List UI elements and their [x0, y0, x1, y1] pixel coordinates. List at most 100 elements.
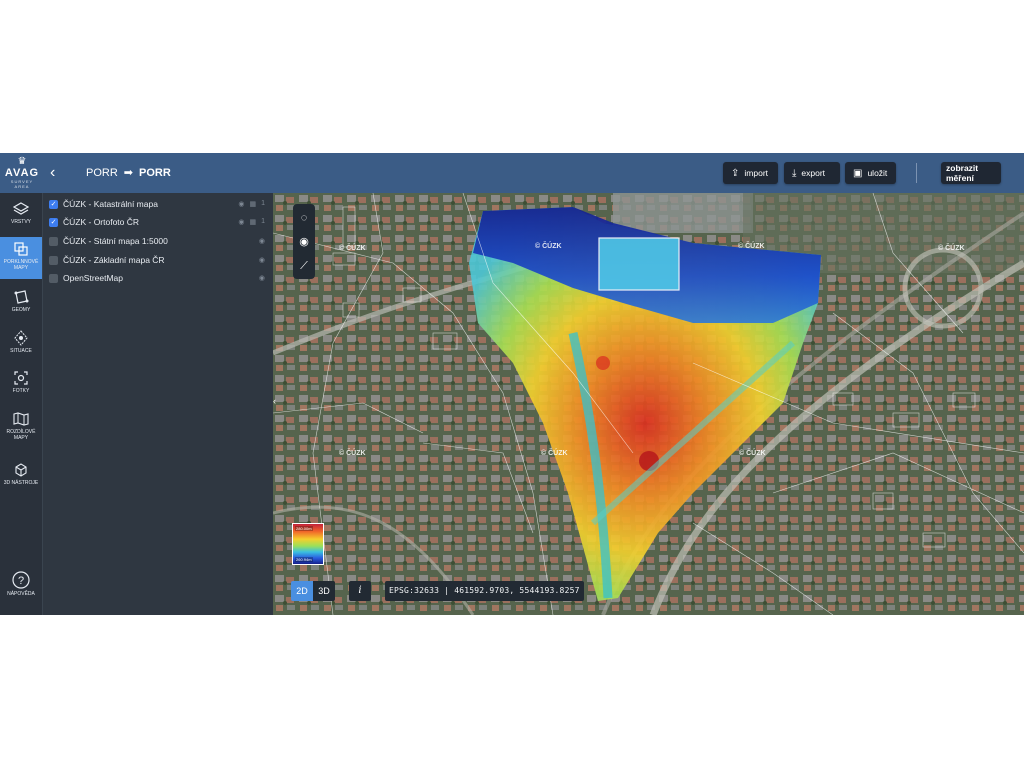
layers-icon: [13, 202, 29, 215]
floppy-icon: ▣: [853, 167, 863, 179]
map-watermark: © ČÚZK: [938, 245, 965, 252]
eye-icon[interactable]: ◉: [238, 200, 244, 208]
show-measurements-label: zobrazit měření: [946, 163, 979, 183]
layer-item-state-map[interactable]: ČÚZK - Státní mapa 1:5000 ◉: [49, 234, 271, 248]
layer-label: ČÚZK - Základní mapa ČR: [63, 255, 165, 265]
line-icon[interactable]: ⟋: [293, 254, 315, 278]
save-button-label: uložit: [867, 168, 888, 178]
info-button[interactable]: i: [349, 581, 371, 601]
layer-item-orthophoto[interactable]: ✓ ČÚZK - Ortofoto ČR ◉ ▦ 1: [49, 215, 271, 229]
rail-label: NÁPOVĚDA: [7, 591, 35, 597]
legend-max: 280.00m: [295, 526, 313, 531]
layer-count: 1: [261, 218, 265, 225]
layers-panel: ✓ ČÚZK - Katastrální mapa ◉ ▦ 1 ✓ ČÚZK -…: [42, 193, 274, 615]
opacity-icon[interactable]: ▦: [249, 218, 256, 226]
rail-item-maps[interactable]: PORKLNNOVÉ MAPY: [0, 237, 42, 279]
layer-count: 1: [261, 200, 265, 207]
draw-toolbar: ◌ ◉ ⟋: [293, 204, 315, 279]
layer-controls: ◉: [259, 274, 265, 282]
show-measurements-button[interactable]: zobrazit měření: [941, 162, 1001, 184]
layer-controls: ◉: [259, 256, 265, 264]
layer-checkbox[interactable]: [49, 236, 58, 246]
rail-item-situation[interactable]: SITUACE: [0, 326, 42, 366]
rail-item-3d-tools[interactable]: 3D NÁSTROJE: [0, 458, 42, 498]
logo-mark-icon: ♛: [17, 156, 27, 167]
rail-item-diff-maps[interactable]: ROZDÍLOVÉ MAPY: [0, 407, 42, 447]
arrow-right-icon: ➡: [123, 167, 133, 179]
import-button[interactable]: ⇪ import: [723, 162, 778, 184]
svg-text:?: ?: [18, 575, 24, 587]
rail-label: GEOMY: [11, 307, 31, 313]
map-view[interactable]: © ČÚZK © ČÚZK © ČÚZK © ČÚZK © ČÚZK © ČÚZ…: [273, 193, 1024, 615]
layer-label: ČÚZK - Ortofoto ČR: [63, 217, 140, 227]
layer-label: OpenStreetMap: [63, 273, 124, 283]
eye-icon[interactable]: ◉: [259, 237, 265, 245]
rail-label: FOTKY: [12, 388, 30, 394]
breadcrumb-current: PORR: [139, 166, 171, 179]
map-watermark: © ČÚZK: [541, 450, 568, 457]
breadcrumb: PORR ➡ PORR: [86, 166, 171, 180]
top-bar: ♛ AVAG SURVEY AREA ‹ PORR ➡ PORR ⇪ impor…: [0, 153, 1024, 193]
map-watermark: © ČÚZK: [738, 243, 765, 250]
layer-item-osm[interactable]: OpenStreetMap ◉: [49, 271, 271, 285]
view-3d-button[interactable]: 3D: [313, 581, 335, 601]
opacity-icon[interactable]: ▦: [249, 200, 256, 208]
map-canvas[interactable]: [273, 193, 1024, 615]
layer-item-base-map[interactable]: ČÚZK - Základní mapa ČR ◉: [49, 253, 271, 267]
layer-controls: ◉ ▦ 1: [238, 218, 265, 226]
rail-label: ROZDÍLOVÉ MAPY: [6, 429, 36, 441]
logo-word: AVAG: [4, 167, 40, 179]
maps-icon: [14, 242, 28, 256]
layer-checkbox[interactable]: [49, 273, 58, 283]
layer-checkbox[interactable]: [49, 255, 58, 265]
rail-item-geometry[interactable]: GEOMY: [0, 285, 42, 325]
view-mode-toggle: 2D 3D: [291, 581, 335, 601]
legend-min: 260.94m: [295, 557, 313, 562]
rail-label: 3D NÁSTROJE: [3, 480, 39, 486]
breadcrumb-project[interactable]: PORR: [86, 167, 118, 179]
rail-label: PORKLNNOVÉ MAPY: [3, 259, 39, 271]
panel-collapse-icon[interactable]: ‹: [273, 396, 276, 406]
back-icon[interactable]: ‹: [50, 165, 64, 181]
layer-label: ČÚZK - Katastrální mapa: [63, 199, 158, 209]
eye-icon[interactable]: ◉: [238, 218, 244, 226]
help-icon: ?: [12, 571, 30, 589]
rail-label: VRSTVY: [10, 219, 31, 225]
geometry-icon: [14, 290, 29, 304]
coordinate-readout: EPSG:32633 | 461592.9703, 5544193.8257: [385, 581, 584, 601]
map-watermark: © ČÚZK: [339, 245, 366, 252]
download-icon: ⤓: [792, 167, 797, 179]
rail-item-layers[interactable]: VRSTVY: [0, 197, 42, 237]
layer-controls: ◉ ▦ 1: [238, 200, 265, 208]
logo-subtitle: SURVEY AREA: [10, 179, 34, 189]
map-watermark: © ČÚZK: [339, 450, 366, 457]
map-watermark: © ČÚZK: [739, 450, 766, 457]
save-button[interactable]: ▣ uložit: [845, 162, 896, 184]
polygon-icon[interactable]: ◌: [293, 206, 315, 230]
header-divider: [916, 163, 917, 183]
layer-controls: ◉: [259, 237, 265, 245]
app-window: ♛ AVAG SURVEY AREA ‹ PORR ➡ PORR ⇪ impor…: [0, 153, 1024, 615]
layer-checkbox[interactable]: ✓: [49, 199, 58, 209]
map-watermark: © ČÚZK: [535, 243, 562, 250]
upload-icon: ⇪: [731, 167, 740, 179]
avag-logo: ♛ AVAG SURVEY AREA: [4, 156, 40, 190]
rail-item-photos[interactable]: FOTKY: [0, 366, 42, 406]
situation-icon: [14, 330, 28, 346]
diff-map-icon: [13, 412, 29, 426]
export-button-label: export: [801, 168, 826, 178]
point-icon[interactable]: ◉: [293, 230, 315, 254]
layer-checkbox[interactable]: ✓: [49, 217, 58, 227]
rail-label: SITUACE: [10, 348, 32, 354]
cube-icon: [15, 463, 27, 477]
layer-item-cadastral[interactable]: ✓ ČÚZK - Katastrální mapa ◉ ▦ 1: [49, 197, 271, 211]
view-2d-button[interactable]: 2D: [291, 581, 313, 601]
left-rail: VRSTVY PORKLNNOVÉ MAPY GEOMY SITUACE FOT…: [0, 193, 42, 615]
import-button-label: import: [744, 168, 769, 178]
eye-icon[interactable]: ◉: [259, 274, 265, 282]
layer-label: ČÚZK - Státní mapa 1:5000: [63, 236, 168, 246]
rail-item-help[interactable]: ? NÁPOVĚDA: [0, 567, 42, 607]
eye-icon[interactable]: ◉: [259, 256, 265, 264]
photo-icon: [14, 371, 28, 385]
export-button[interactable]: ⤓ export: [784, 162, 840, 184]
